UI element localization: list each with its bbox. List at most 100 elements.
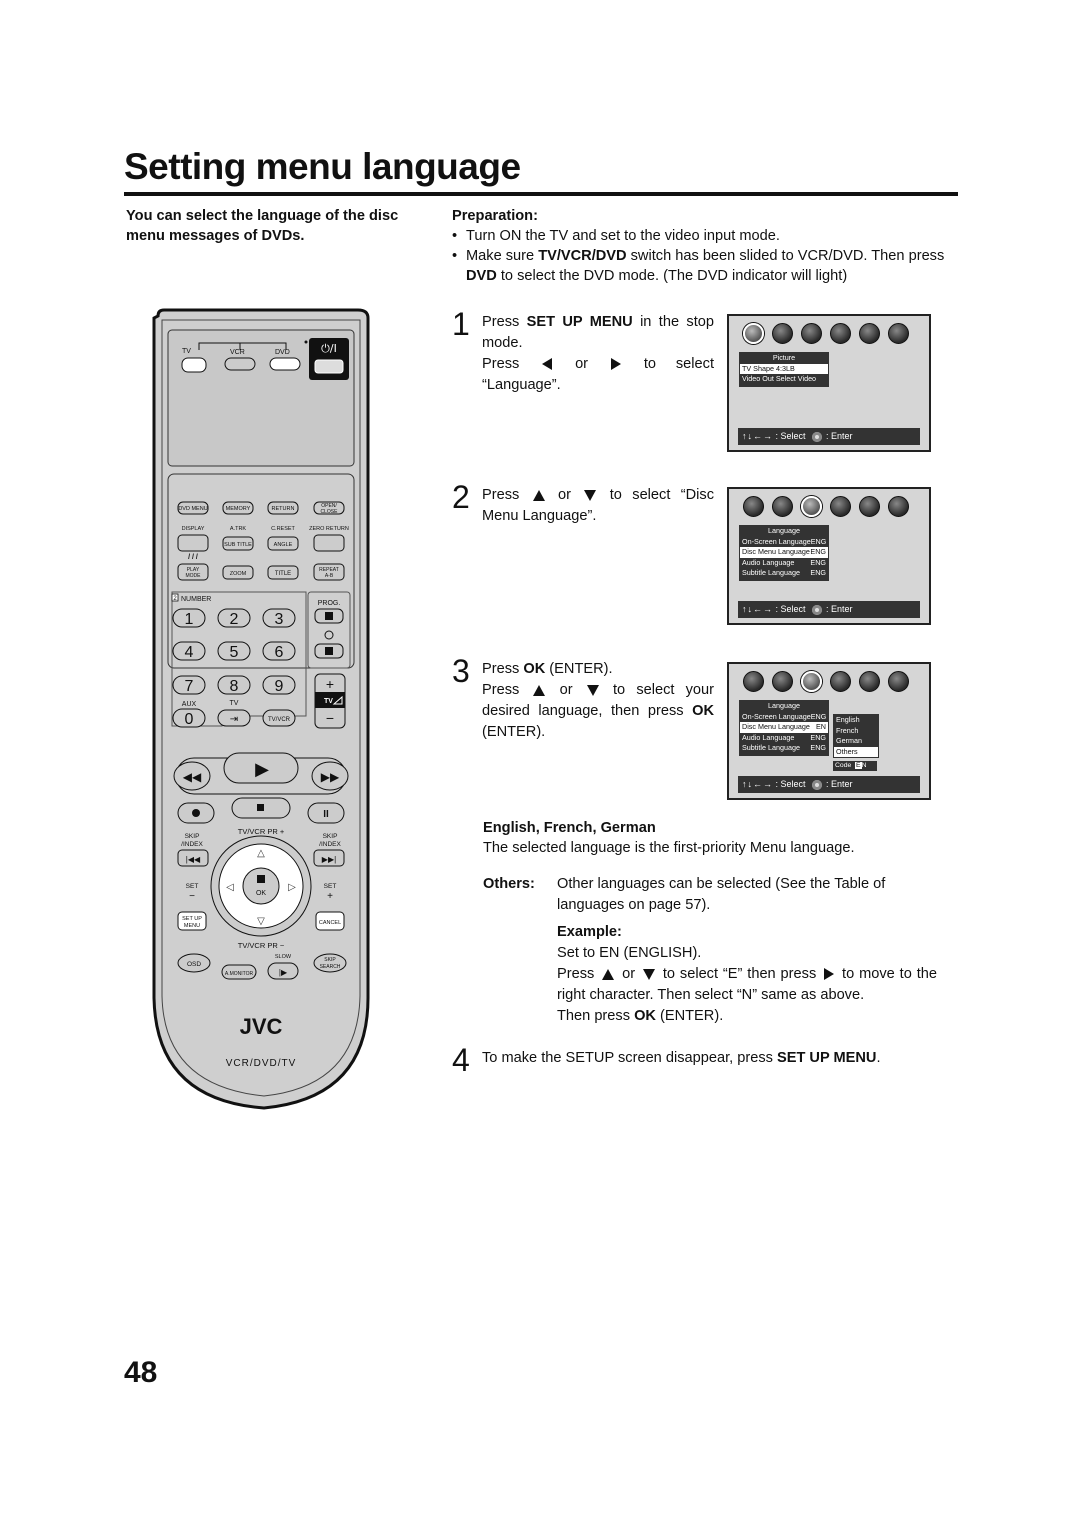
input-icon: ⇥ xyxy=(230,714,238,725)
footer-enter: : Enter xyxy=(823,779,853,789)
memory-label: MEMORY xyxy=(226,506,251,512)
step-number: 4 xyxy=(452,1042,470,1078)
vcr-button[interactable] xyxy=(224,357,256,371)
text: Press xyxy=(482,487,530,503)
button-name: OK xyxy=(523,661,546,677)
language-option: Others xyxy=(834,746,878,757)
down-arrow-icon xyxy=(586,684,599,696)
text: To make the SETUP screen disappear, pres… xyxy=(482,1050,777,1066)
power-icon: ⏻/I xyxy=(321,342,337,355)
button-name: OK xyxy=(692,703,714,719)
volume-label: TV xyxy=(324,698,333,705)
text: Make sure xyxy=(466,248,539,264)
digit-label: 2 xyxy=(230,611,239,628)
osd-menu-row: Audio Language ENG xyxy=(740,733,828,744)
digit-label: 1 xyxy=(185,611,194,628)
power-button[interactable] xyxy=(314,359,344,374)
text: Press xyxy=(482,661,524,677)
initialize-icon xyxy=(888,671,909,692)
zero-return-button[interactable] xyxy=(313,534,345,552)
button-name: SET UP MENU xyxy=(777,1050,877,1066)
osd-menu-row: Disc Menu Language EN xyxy=(740,722,828,733)
audio-icon xyxy=(772,323,793,344)
display-button[interactable] xyxy=(177,534,209,552)
play-mode-stripes-icon: / / / xyxy=(188,554,198,561)
example-instructions: Press or to select “E” then press to mov… xyxy=(557,964,937,1027)
text: Press xyxy=(482,682,531,698)
preparation-heading: Preparation: xyxy=(452,208,538,224)
osd-footer: ↑↓←→ : Select : Enter xyxy=(738,601,920,618)
text: Then press xyxy=(557,1008,635,1024)
brand-logo: JVC xyxy=(240,1014,283,1039)
osd-menu-row: TV Shape 4:3LB xyxy=(740,363,828,374)
slow-label: SLOW xyxy=(275,954,292,960)
language-option: English xyxy=(836,715,860,724)
text: (ENTER). xyxy=(482,724,546,740)
row-label: Subtitle Language xyxy=(742,743,800,752)
left-icon: ◁ xyxy=(226,882,234,893)
stop-icon xyxy=(257,804,264,811)
pr-minus-label: TV/VCR PR − xyxy=(238,941,285,950)
plus-glyph: + xyxy=(327,891,333,902)
dvd-button[interactable] xyxy=(269,357,301,371)
language-icon xyxy=(801,496,822,517)
display-icon xyxy=(830,323,851,344)
text: or xyxy=(555,356,608,372)
volume-minus: − xyxy=(326,710,334,726)
digit-label: 5 xyxy=(230,644,239,661)
audio-icon xyxy=(772,496,793,517)
osd-icon-bar xyxy=(743,323,909,344)
down-arrow-icon xyxy=(584,489,597,501)
ok-button[interactable] xyxy=(242,867,280,905)
skip-forward-icon: ▶▶| xyxy=(322,855,336,864)
button-name: SET UP MENU xyxy=(526,314,633,330)
row-value: ENG xyxy=(810,711,827,721)
text: or xyxy=(617,966,640,982)
step-4: 4 To make the SETUP screen disappear, pr… xyxy=(452,1044,962,1076)
picture-icon xyxy=(743,496,764,517)
language-option: French xyxy=(836,725,859,735)
osd-menu-title: Language xyxy=(768,701,800,710)
page-number: 48 xyxy=(124,1356,158,1389)
menu-label: MENU xyxy=(184,923,200,929)
text: (ENTER). xyxy=(545,661,613,677)
osd-footer: ↑↓←→ : Select : Enter xyxy=(738,428,920,445)
set-minus-label: SET xyxy=(186,883,199,890)
text: Press xyxy=(482,356,540,372)
others-text: Other languages can be selected (See the… xyxy=(557,876,886,913)
step-text: Press OK (ENTER). Press or to select you… xyxy=(482,659,714,743)
model-label: VCR/DVD/TV xyxy=(226,1058,297,1069)
minus-glyph: − xyxy=(189,891,195,902)
footer-enter: : Enter xyxy=(823,431,853,441)
step-text: To make the SETUP screen disappear, pres… xyxy=(482,1048,962,1069)
digit-label: 8 xyxy=(230,678,239,695)
fast-forward-icon: ▶▶ xyxy=(321,770,340,784)
others-label: Others: xyxy=(483,876,535,892)
dvd-menu-label: DVD MENU xyxy=(178,506,207,512)
prog-label: PROG. xyxy=(318,600,341,607)
skip-search-label: SKIP xyxy=(324,957,336,963)
preparation-section: Preparation: Turn ON the TV and set to t… xyxy=(452,206,952,286)
footer-select: : Select xyxy=(773,431,806,441)
digit-label: 4 xyxy=(185,644,194,661)
row-label: On-Screen Language xyxy=(742,711,811,721)
a-b-label: A-B xyxy=(325,573,334,579)
initialize-icon xyxy=(888,323,909,344)
preparation-bullet: Turn ON the TV and set to the video inpu… xyxy=(452,226,952,246)
display-icon xyxy=(830,496,851,517)
skip-back-label2: /INDEX xyxy=(181,841,203,848)
text: Press xyxy=(482,314,527,330)
osd-screen-picture: Picture TV Shape 4:3LB Video Out Select … xyxy=(727,314,931,452)
osd-icon-bar xyxy=(743,671,909,692)
cancel-label: CANCEL xyxy=(319,920,341,926)
digit-label: 3 xyxy=(275,611,284,628)
example-line: Set to EN (ENGLISH). xyxy=(557,945,702,961)
efg-heading: English, French, German xyxy=(483,820,656,836)
ok-label: OK xyxy=(256,890,266,897)
code-char: N xyxy=(861,762,867,769)
step-3: 3 Press OK (ENTER). Press or to select y… xyxy=(452,655,714,743)
osd-screen-language-options: Language On-Screen Language ENG Disc Menu… xyxy=(727,662,931,800)
tv-vcr-dvd-switch[interactable] xyxy=(181,357,207,373)
remote-control-illustration: TV VCR DVD ⏻/I DVD MENU MEMORY RETURN OP… xyxy=(152,308,370,1113)
step-number: 1 xyxy=(452,306,470,342)
